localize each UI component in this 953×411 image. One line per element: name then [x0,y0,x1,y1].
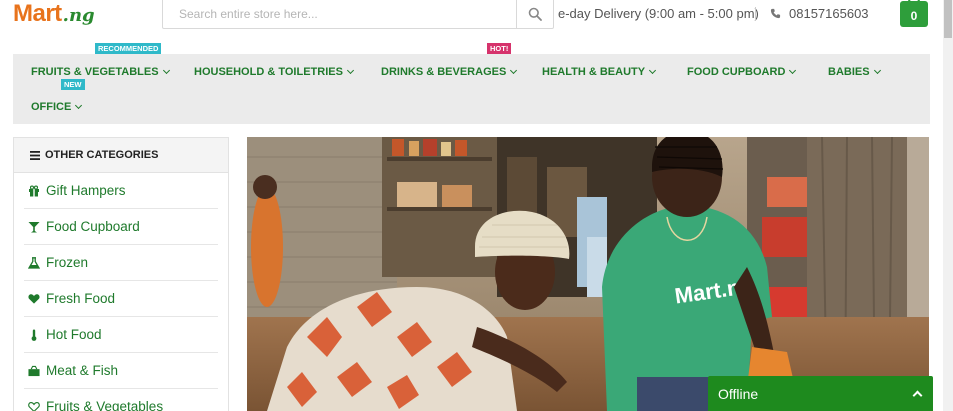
nav-item-office[interactable]: OFFICE [31,101,83,113]
category-label: Food Cupboard [46,219,140,234]
phone-info[interactable]: 08157165603 [770,6,869,21]
chat-status: Offline [718,385,759,402]
phone-icon [770,8,781,19]
chevron-down-icon [789,66,797,75]
shopping-bag-icon [28,365,40,377]
chevron-down-icon [162,66,170,75]
live-chat-widget[interactable]: Offline [708,376,933,411]
logo-main-text: Mart [13,0,62,27]
phone-number: 08157165603 [789,6,869,21]
category-label: Hot Food [46,327,102,342]
page: Mart .ng e-day Delivery (9:00 am - 5:00 … [0,0,953,411]
nav-item-food-cupboard[interactable]: FOOD CUPBOARD [687,66,797,78]
nav-label: DRINKS & BEVERAGES [381,66,507,78]
nav-label: BABIES [828,66,870,78]
nav-label: FOOD CUPBOARD [687,66,786,78]
category-label: Meat & Fish [46,363,119,378]
glass-icon [28,221,40,233]
search-icon [528,7,542,21]
sidebar-item-meat-fish[interactable]: Meat & Fish [24,353,218,389]
sidebar-item-gift-hampers[interactable]: Gift Hampers [24,173,218,209]
chevron-down-icon [346,66,354,75]
category-sidebar: OTHER CATEGORIES Gift Hampers Food Cupbo… [13,137,229,411]
sidebar-item-food-cupboard[interactable]: Food Cupboard [24,209,218,245]
sidebar-item-fresh-food[interactable]: Fresh Food [24,281,218,317]
cart-count: 0 [910,9,918,23]
category-label: Frozen [46,255,89,270]
heart-outline-icon [28,401,40,411]
chevron-down-icon [649,66,657,75]
page-scrollbar[interactable] [943,0,953,411]
flask-icon [28,256,40,269]
hero-banner[interactable]: Mart.ng [247,137,929,411]
sidebar-header[interactable]: OTHER CATEGORIES [14,138,228,173]
main-navigation: FRUITS & VEGETABLES HOUSEHOLD & TOILETRI… [13,54,930,124]
nav-label: HEALTH & BEAUTY [542,66,646,78]
sidebar-item-frozen[interactable]: Frozen [24,245,218,281]
nav-label: HOUSEHOLD & TOILETRIES [194,66,343,78]
category-label: Gift Hampers [46,183,126,198]
badge-recommended: RECOMMENDED [95,43,162,54]
search-input[interactable] [163,0,516,28]
nav-label: FRUITS & VEGETABLES [31,66,159,78]
search-button[interactable] [516,0,553,28]
heart-icon [28,293,40,305]
badge-new: NEW [61,79,85,90]
site-logo[interactable]: Mart .ng [13,0,95,30]
chevron-down-icon [75,101,83,110]
category-label: Fresh Food [46,291,116,306]
nav-item-babies[interactable]: BABIES [828,66,881,78]
chevron-down-icon [510,66,518,75]
cart-button[interactable]: 0 [900,0,928,27]
scrollbar-thumb[interactable] [944,0,952,38]
nav-item-health-beauty[interactable]: HEALTH & BEAUTY [542,66,657,78]
nav-item-household-toiletries[interactable]: HOUSEHOLD & TOILETRIES [194,66,354,78]
delivery-info: e-day Delivery (9:00 am - 5:00 pm) [558,6,759,21]
chevron-up-icon[interactable] [912,390,923,400]
sidebar-title: OTHER CATEGORIES [45,149,159,161]
cart-bag-icon [908,0,920,4]
sidebar-item-fruits-vegetables[interactable]: Fruits & Vegetables [24,389,218,411]
chevron-down-icon [873,66,881,75]
hero-photo: Mart.ng [247,137,929,411]
badge-hot: HOT! [487,43,512,54]
logo-sub-text: .ng [62,5,95,26]
bars-icon [30,150,40,160]
nav-label: OFFICE [31,101,72,113]
thermometer-icon [28,329,40,341]
nav-item-drinks-beverages[interactable]: DRINKS & BEVERAGES [381,66,518,78]
search-bar [162,0,554,29]
header-divider [755,7,756,21]
gift-icon [28,185,40,197]
nav-item-fruits-vegetables[interactable]: FRUITS & VEGETABLES [31,66,170,78]
category-list: Gift Hampers Food Cupboard Frozen Fresh … [14,173,228,411]
sidebar-item-hot-food[interactable]: Hot Food [24,317,218,353]
category-label: Fruits & Vegetables [46,399,164,411]
